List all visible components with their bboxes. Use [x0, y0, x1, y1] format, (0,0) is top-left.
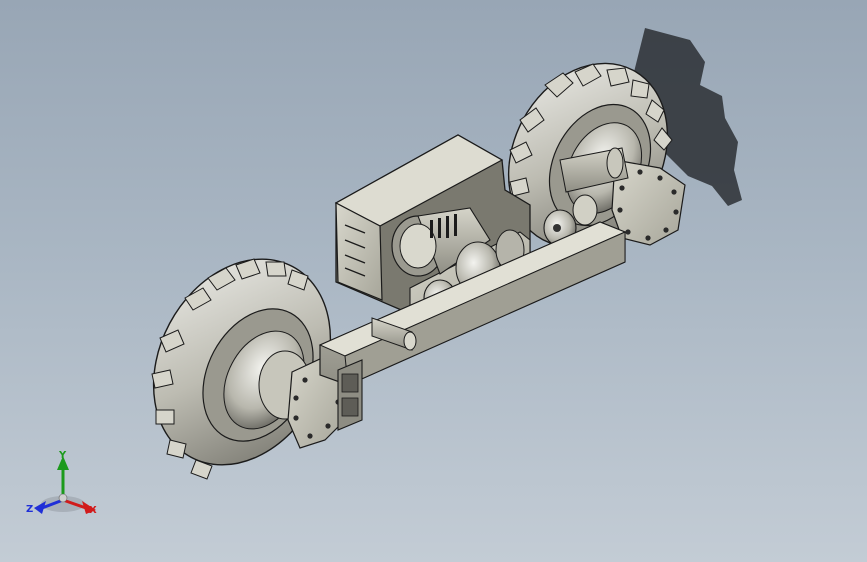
graphics-viewport[interactable]: Y X Z	[0, 0, 867, 562]
cad-model-view[interactable]	[0, 0, 867, 562]
triad-y-label: Y	[59, 450, 67, 461]
triad-x-label: X	[89, 505, 97, 516]
triad-z-label: Z	[26, 504, 34, 515]
coordinate-triad: Y X Z	[22, 448, 108, 528]
